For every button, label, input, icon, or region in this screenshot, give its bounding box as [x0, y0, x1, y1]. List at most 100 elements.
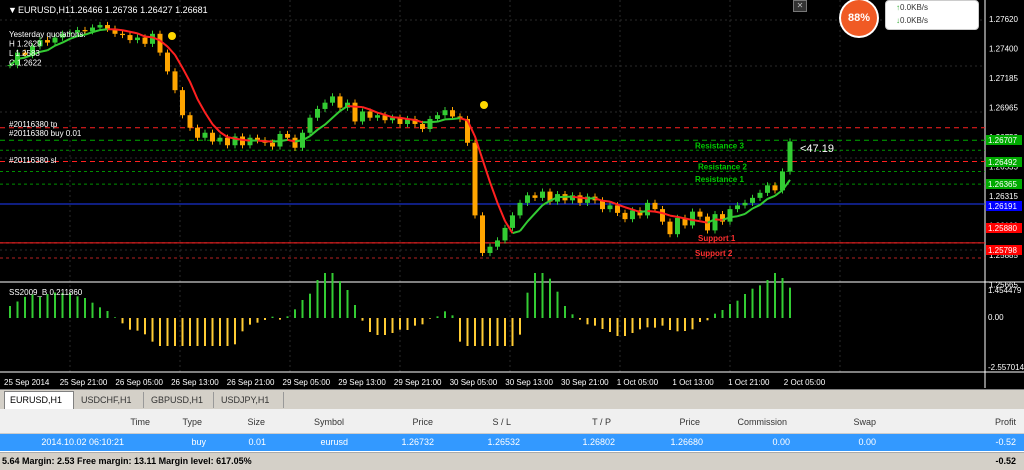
col-swap[interactable]: Swap: [853, 417, 876, 427]
candle-body: [292, 137, 298, 148]
candle-body: [315, 108, 320, 118]
candle-body: [652, 202, 658, 210]
event-marker-icon[interactable]: [168, 32, 176, 40]
col-symbol[interactable]: Symbol: [314, 417, 344, 427]
candle-body: [772, 185, 778, 191]
candle-body: [225, 137, 230, 146]
candle-body: [705, 216, 710, 231]
pivot-level-label: Resistance 1: [695, 175, 744, 184]
pivot-level-label: Resistance 3: [695, 141, 744, 150]
time-axis-label: 29 Sep 21:00: [394, 378, 442, 387]
time-axis-label: 25 Sep 2014: [4, 378, 50, 387]
price-axis-label: 1.27620: [989, 15, 1018, 24]
yesterday-quotation: C 1.2622: [9, 59, 42, 68]
candle-body: [165, 52, 170, 72]
candle-body: [735, 205, 740, 210]
candle-body: [450, 110, 455, 117]
trade-terminal: Time Type Size Symbol Price S / L T / P …: [0, 409, 1024, 470]
tab-eurusd[interactable]: EURUSD,H1: [4, 391, 74, 409]
col-size[interactable]: Size: [247, 417, 265, 427]
chart-ohlc: 1.26466 1.26736 1.26427 1.26681: [70, 5, 208, 15]
col-sl[interactable]: S / L: [492, 417, 511, 427]
candle-body: [127, 35, 133, 41]
candle-body: [97, 25, 103, 28]
oscillator-axis-label: 0.00: [988, 313, 1004, 322]
candle-body: [510, 215, 515, 228]
time-axis-label: 25 Sep 21:00: [60, 378, 108, 387]
time-axis-label: 1 Oct 05:00: [617, 378, 659, 387]
candle-body: [660, 209, 665, 222]
tab-usdchf[interactable]: USDCHF,H1: [76, 392, 144, 408]
price-chart[interactable]: Resistance 3 Resistance 2 Resistance 1 Supp…: [0, 0, 1024, 388]
candle-body: [210, 132, 215, 142]
candle-body: [712, 214, 718, 231]
candle-body: [480, 215, 485, 253]
pivot-level-label: Support 1: [698, 234, 736, 243]
close-icon[interactable]: ✕: [793, 0, 807, 12]
tab-gbpusd[interactable]: GBPUSD,H1: [146, 392, 214, 408]
col-tp[interactable]: T / P: [592, 417, 611, 427]
cell-time: 2014.10.02 06:10:21: [41, 437, 124, 447]
col-type[interactable]: Type: [182, 417, 202, 427]
candle-body: [270, 142, 275, 147]
price-axis-label: 1.27400: [989, 45, 1018, 54]
table-header: Time Type Size Symbol Price S / L T / P …: [0, 409, 1024, 434]
candle-body: [427, 118, 433, 129]
time-axis-label: 1 Oct 13:00: [672, 378, 714, 387]
chart-title-arrow[interactable]: ▼: [8, 5, 17, 15]
cpu-percent-badge[interactable]: 88%: [841, 0, 877, 36]
candle-body: [540, 191, 545, 198]
cell-commission: 0.00: [772, 437, 790, 447]
event-marker-icon[interactable]: [480, 101, 488, 109]
candle-body: [217, 137, 223, 142]
candle-body: [172, 71, 178, 91]
time-axis-label: 26 Sep 05:00: [115, 378, 163, 387]
cell-current-price: 1.26680: [670, 437, 703, 447]
chart-symbol: EURUSD,H1: [18, 5, 70, 15]
candle-body: [495, 240, 500, 247]
candle-body: [360, 111, 365, 122]
yesterday-quotation: L 1.2583: [9, 49, 40, 58]
col-commission[interactable]: Commission: [737, 417, 787, 427]
candle-body: [742, 202, 748, 206]
candle-body: [667, 221, 673, 235]
candle-body: [487, 246, 493, 253]
cell-price: 1.26732: [401, 437, 434, 447]
yesterday-quotation: Yesterday quotations:: [9, 30, 86, 39]
candle-body: [517, 202, 523, 216]
cell-symbol: eurusd: [320, 437, 348, 447]
candle-body: [675, 217, 680, 235]
candle-body: [375, 115, 380, 118]
time-axis-label: 26 Sep 21:00: [227, 378, 275, 387]
time-axis-label: 26 Sep 13:00: [171, 378, 219, 387]
order-label: #20116380 sl: [9, 156, 57, 165]
price-tag-label: 1.25798: [988, 246, 1017, 255]
candle-body: [285, 133, 290, 138]
candle-body: [322, 102, 328, 109]
pivot-level-label: Support 2: [695, 249, 733, 258]
price-tag-label: 1.26707: [988, 136, 1017, 145]
price-tag-label: 1.25880: [988, 224, 1017, 233]
margin-summary: 5.64 Margin: 2.53 Free margin: 13.11 Mar…: [2, 456, 252, 466]
price-tag-label: 1.26492: [988, 158, 1017, 167]
tab-usdjpy[interactable]: USDJPY,H1: [216, 392, 284, 408]
network-speed-box: ↑0.0KB/s ↓0.0KB/s: [885, 0, 979, 30]
col-current-price[interactable]: Price: [679, 417, 700, 427]
time-axis-label: 30 Sep 05:00: [450, 378, 498, 387]
col-price[interactable]: Price: [412, 417, 433, 427]
col-profit[interactable]: Profit: [995, 417, 1016, 427]
time-axis-label: 2 Oct 05:00: [784, 378, 826, 387]
time-axis-label: 1 Oct 21:00: [728, 378, 770, 387]
candle-body: [645, 202, 650, 216]
candle-body: [787, 141, 793, 172]
order-label: #20116380 buy 0.01: [9, 129, 82, 138]
price-axis-label: 1.27185: [989, 74, 1018, 83]
table-row[interactable]: 2014.10.02 06:10:21 buy 0.01 eurusd 1.26…: [0, 434, 1024, 451]
candle-body: [727, 209, 733, 222]
candle-body: [105, 25, 110, 29]
col-time[interactable]: Time: [130, 417, 150, 427]
upload-speed: ↑0.0KB/s: [896, 3, 929, 12]
candle-body: [187, 115, 193, 128]
candle-body: [142, 37, 148, 44]
candle-body: [472, 142, 478, 216]
